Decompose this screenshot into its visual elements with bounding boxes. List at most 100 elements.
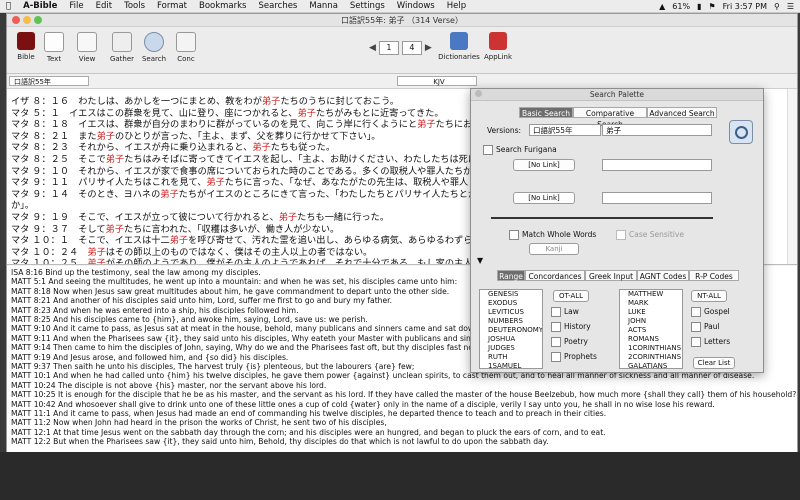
match-whole-words-checkbox[interactable] xyxy=(509,230,519,240)
menu-bookmarks[interactable]: Bookmarks xyxy=(193,1,253,11)
poetry-checkbox[interactable] xyxy=(551,337,561,347)
book-list-item[interactable]: JOHN xyxy=(624,317,682,326)
applink-icon xyxy=(489,32,507,50)
book-list-item[interactable]: GALATIANS xyxy=(624,362,682,368)
current-page-field[interactable]: 1 xyxy=(378,41,399,55)
book-list-item[interactable]: EXODUS xyxy=(484,299,542,308)
flag-icon[interactable]: ⚑ xyxy=(708,2,715,11)
dictionaries-button[interactable]: Dictionaries xyxy=(437,30,481,61)
menu-tools[interactable]: Tools xyxy=(118,1,151,11)
total-pages-field[interactable]: 4 xyxy=(401,41,422,55)
book-list-item[interactable]: LUKE xyxy=(624,308,682,317)
case-sensitive-checkbox[interactable] xyxy=(616,230,626,240)
menu-format[interactable]: Format xyxy=(151,1,193,11)
tab-rp-codes[interactable]: R-P Codes xyxy=(689,270,739,281)
book-list-item[interactable]: JOSHUA xyxy=(484,335,542,344)
tab-greek-input[interactable]: Greek Input xyxy=(585,270,637,281)
gather-button[interactable]: Gather xyxy=(105,30,139,63)
japanese-pane-scrollbar[interactable] xyxy=(787,89,797,264)
left-version-select[interactable]: 口語訳55年 xyxy=(9,76,89,86)
view-button[interactable]: View xyxy=(70,30,104,63)
collapse-triangle-icon[interactable]: ▼ xyxy=(477,256,483,265)
gospel-checkbox[interactable] xyxy=(691,307,701,317)
menu-bar:  A-Bible File Edit Tools Format Bookmar… xyxy=(0,0,800,13)
menu-help[interactable]: Help xyxy=(441,1,472,11)
applink-button[interactable]: AppLink xyxy=(481,30,515,61)
title-bar: 口語訳55年: 弟子 （314 Verse） xyxy=(7,14,797,27)
book-list-item[interactable]: MARK xyxy=(624,299,682,308)
battery-percent[interactable]: 61% xyxy=(672,2,690,11)
ot-book-list[interactable]: GENESIS EXODUS LEVITICUS NUMBERS DEUTERONOMY… xyxy=(479,289,543,369)
menu-settings[interactable]: Settings xyxy=(344,1,391,11)
law-checkbox[interactable] xyxy=(551,307,561,317)
link-select-2[interactable]: [No Link] xyxy=(513,192,575,204)
concordance-icon xyxy=(176,32,196,52)
spotlight-icon[interactable]: ⚲ xyxy=(774,2,780,11)
clock[interactable]: Fri 3:57 PM xyxy=(723,2,767,11)
search-furigana-checkbox[interactable] xyxy=(483,145,493,155)
book-list-item[interactable]: GENESIS xyxy=(484,290,542,299)
text-button[interactable]: Text xyxy=(37,30,71,63)
conc-button[interactable]: Conc xyxy=(169,30,203,63)
book-list-item[interactable]: 1CORINTHIANS xyxy=(624,344,682,353)
history-checkbox-label: History xyxy=(564,322,591,331)
search-palette: Search Palette Basic Search Comparative … xyxy=(470,88,764,373)
book-list-item[interactable]: MATTHEW xyxy=(624,290,682,299)
book-list-item[interactable]: ROMANS xyxy=(624,335,682,344)
en-verse-line: MATT 5:1 And seeing the multitudes, he w… xyxy=(11,277,458,287)
search-button[interactable]: Search xyxy=(137,30,171,63)
second-term-input[interactable] xyxy=(602,159,712,171)
verse-text: そのとき、ヨハネの xyxy=(78,188,161,200)
menu-searches[interactable]: Searches xyxy=(253,1,304,11)
kanji-select[interactable]: Kanji xyxy=(529,243,579,255)
previous-page-icon[interactable]: ◀ xyxy=(369,43,376,53)
link-select-1[interactable]: [No Link] xyxy=(513,159,575,171)
applink-button-label: AppLink xyxy=(483,53,512,61)
ot-all-button[interactable]: OT-ALL xyxy=(553,290,589,302)
search-icon xyxy=(144,32,164,52)
tab-comparative-search[interactable]: Comparative Search xyxy=(573,107,647,129)
nt-book-list[interactable]: MATTHEW MARK LUKE JOHN ACTS ROMANS 1CORINTHIAN… xyxy=(619,289,683,369)
prophets-checkbox[interactable] xyxy=(551,352,561,362)
book-list-item[interactable]: LEVITICUS xyxy=(484,308,542,317)
book-list-item[interactable]: 2CORINTHIANS xyxy=(624,353,682,362)
desktop-background xyxy=(0,452,800,500)
nt-all-button[interactable]: NT-ALL xyxy=(691,290,727,302)
next-page-icon[interactable]: ▶ xyxy=(425,43,432,53)
tab-range[interactable]: Range xyxy=(497,270,525,281)
menu-windows[interactable]: Windows xyxy=(391,1,441,11)
bible-button-label: Bible xyxy=(17,53,35,61)
search-term-input[interactable]: 弟子 xyxy=(602,124,712,136)
palette-search-button[interactable] xyxy=(729,120,753,144)
book-list-item[interactable]: 1SAMUEL xyxy=(484,362,542,368)
book-list-item[interactable]: DEUTERONOMY xyxy=(484,326,542,335)
tab-concordances[interactable]: Concordances xyxy=(525,270,585,281)
right-version-select[interactable]: KJV xyxy=(397,76,477,86)
menu-manna[interactable]: Manna xyxy=(303,1,344,11)
apple-menu-icon[interactable]:  xyxy=(0,1,17,11)
third-term-input[interactable] xyxy=(602,192,712,204)
history-checkbox[interactable] xyxy=(551,322,561,332)
menu-edit[interactable]: Edit xyxy=(90,1,118,11)
book-list-item[interactable]: NUMBERS xyxy=(484,317,542,326)
app-menu[interactable]: A-Bible xyxy=(17,1,63,11)
wifi-icon[interactable]: ▲ xyxy=(659,2,665,11)
notification-center-icon[interactable]: ☰ xyxy=(787,2,794,11)
menu-file[interactable]: File xyxy=(63,1,89,11)
clear-list-button[interactable]: Clear List xyxy=(693,357,735,369)
battery-icon[interactable]: ▮ xyxy=(697,2,701,11)
palette-close-icon[interactable] xyxy=(475,90,482,97)
tab-basic-search[interactable]: Basic Search xyxy=(519,107,573,118)
book-list-item[interactable]: ACTS xyxy=(624,326,682,335)
book-list-item[interactable]: JUDGES xyxy=(484,344,542,353)
tab-agnt-codes[interactable]: AGNT Codes xyxy=(637,270,689,281)
paul-checkbox[interactable] xyxy=(691,322,701,332)
book-list-item[interactable]: RUTH xyxy=(484,353,542,362)
version-select[interactable]: 口語訳55年 xyxy=(529,124,601,136)
gather-icon xyxy=(112,32,132,52)
toolbar: Bible Text View Gather Search Conc ◀ 1 4… xyxy=(7,27,797,74)
bible-icon xyxy=(17,32,35,50)
tab-advanced-search[interactable]: Advanced Search xyxy=(647,107,717,118)
dictionaries-icon xyxy=(450,32,468,50)
letters-checkbox[interactable] xyxy=(691,337,701,347)
